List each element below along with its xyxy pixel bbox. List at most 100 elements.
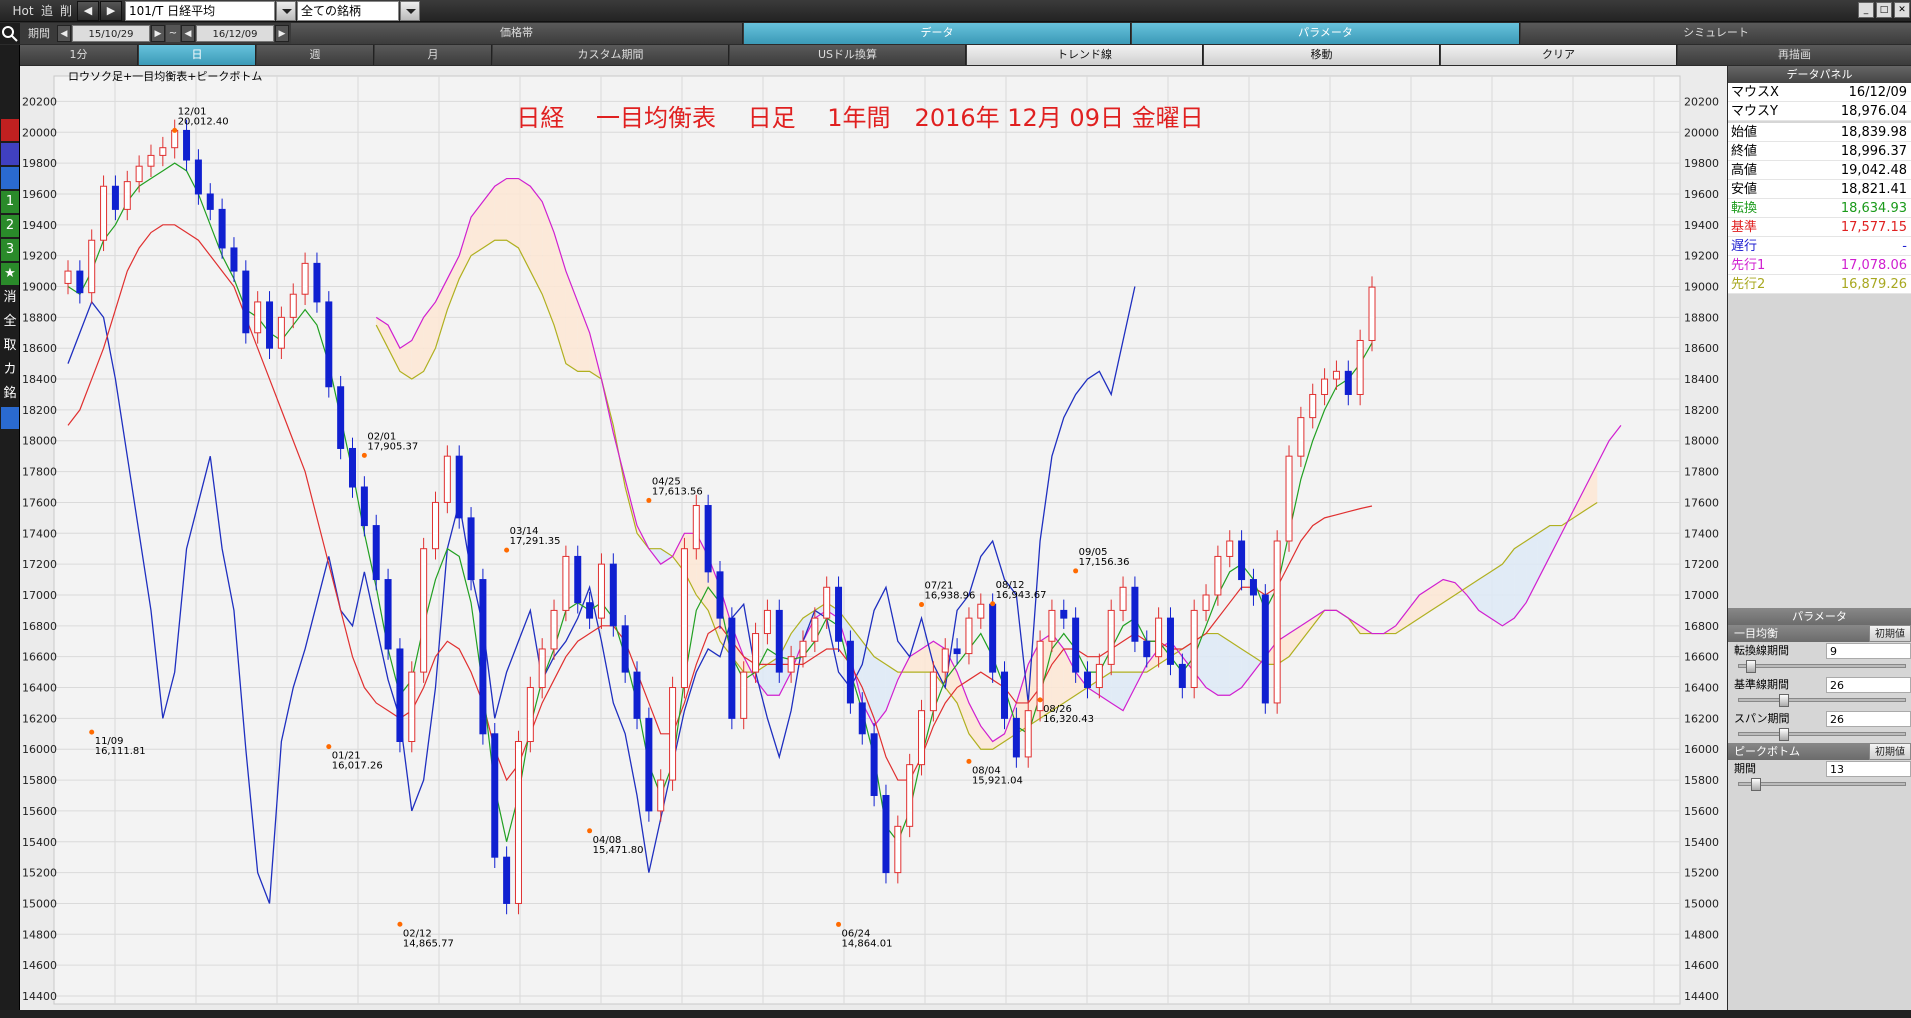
peak-period-slider-thumb[interactable] bbox=[1751, 778, 1761, 791]
tab-1min[interactable]: 1分 bbox=[20, 45, 138, 65]
y-tick-label-right: 15400 bbox=[1684, 836, 1719, 849]
candle-body bbox=[1309, 393, 1317, 419]
group-dropdown-icon[interactable] bbox=[400, 1, 420, 21]
tab-data[interactable]: データ bbox=[744, 23, 1131, 44]
tool-4-icon[interactable] bbox=[1, 119, 19, 141]
ichimoku-reset-button[interactable]: 初期値 bbox=[1869, 625, 1911, 642]
minimize-icon[interactable]: _ bbox=[1858, 2, 1874, 18]
tool-8-icon[interactable]: 2 bbox=[1, 215, 19, 237]
tool-12-icon[interactable]: 全 bbox=[1, 311, 19, 333]
tool-16-icon[interactable] bbox=[1, 407, 19, 429]
tool-13-icon[interactable]: 取 bbox=[1, 335, 19, 357]
tenkan-period-label: 転換線期間 bbox=[1734, 644, 1789, 657]
tab-daily[interactable]: 日 bbox=[139, 45, 256, 65]
y-tick-label-left: 15600 bbox=[22, 805, 57, 818]
params-title: パラメータ bbox=[1792, 610, 1847, 623]
group-select[interactable]: 全ての銘柄 bbox=[297, 1, 399, 21]
tab-custom-period[interactable]: カスタム期間 bbox=[493, 45, 729, 65]
end-date-field[interactable]: 16/12/09 bbox=[196, 25, 274, 42]
chart-area[interactable]: 14400 14400 14600 14600 14800 14800 15000 15000… bbox=[20, 66, 1727, 1018]
y-tick-label-right: 14600 bbox=[1684, 959, 1719, 972]
candle-body bbox=[965, 617, 973, 655]
span-slider-thumb[interactable] bbox=[1779, 728, 1789, 741]
tool-7-icon[interactable]: 1 bbox=[1, 191, 19, 213]
tool-2-icon[interactable] bbox=[1, 71, 19, 93]
close-icon[interactable]: ✕ bbox=[1894, 2, 1910, 18]
tab-price-band[interactable]: 価格帯 bbox=[291, 23, 743, 44]
next-symbol-button[interactable]: ▶ bbox=[100, 1, 122, 21]
y-tick-label-left: 18800 bbox=[22, 311, 57, 324]
candle-body bbox=[194, 159, 202, 195]
candle-body bbox=[1155, 617, 1163, 658]
span-period-input[interactable]: 26 bbox=[1826, 711, 1911, 727]
candle-body bbox=[111, 185, 119, 210]
peak-period-slider[interactable] bbox=[1738, 778, 1906, 791]
data-row-label: 転換 bbox=[1731, 201, 1758, 216]
y-tick-label-left: 15000 bbox=[22, 897, 57, 910]
start-date-next-icon[interactable]: ▶ bbox=[151, 25, 165, 42]
tool-1-icon[interactable] bbox=[1, 47, 19, 69]
peak-section: ピークボトム 初期値 bbox=[1728, 743, 1911, 760]
data-row-value: 18,839.98 bbox=[1840, 125, 1907, 140]
y-tick-label-left: 16200 bbox=[22, 712, 57, 725]
maximize-icon[interactable]: □ bbox=[1876, 2, 1892, 18]
candle-body bbox=[1332, 370, 1340, 380]
peak-marker bbox=[646, 497, 652, 503]
tenkan-period-input[interactable]: 9 bbox=[1826, 643, 1911, 659]
start-date-prev-icon[interactable]: ◀ bbox=[57, 25, 71, 42]
delete-button[interactable]: 削 bbox=[57, 1, 75, 21]
kijun-slider[interactable] bbox=[1738, 694, 1906, 707]
candle-body bbox=[1249, 579, 1257, 596]
tab-weekly[interactable]: 週 bbox=[257, 45, 374, 65]
add-button[interactable]: 追 bbox=[38, 1, 56, 21]
span-slider[interactable] bbox=[1738, 728, 1906, 741]
tool-11-icon[interactable]: 消 bbox=[1, 287, 19, 309]
kijun-period-input[interactable]: 26 bbox=[1826, 677, 1911, 693]
tab-simulate[interactable]: シミュレート bbox=[1521, 23, 1911, 44]
y-tick-label-right: 19200 bbox=[1684, 250, 1719, 263]
peak-period-input[interactable]: 13 bbox=[1826, 761, 1911, 777]
span-period-label: スパン期間 bbox=[1734, 712, 1790, 725]
candle-body bbox=[1202, 594, 1210, 611]
tool-10-icon[interactable]: ★ bbox=[1, 263, 19, 285]
tab-usd-convert[interactable]: USドル換算 bbox=[730, 45, 966, 65]
tool-15-icon[interactable]: 銘 bbox=[1, 383, 19, 405]
end-date-next-icon[interactable]: ▶ bbox=[275, 25, 289, 42]
y-tick-label-right: 17600 bbox=[1684, 496, 1719, 509]
tab-parameters[interactable]: パラメータ bbox=[1132, 23, 1520, 44]
tool-5-icon[interactable] bbox=[1, 143, 19, 165]
symbol-select[interactable]: 101/T 日経平均 bbox=[125, 1, 275, 21]
end-date-prev-icon[interactable]: ◀ bbox=[181, 25, 195, 42]
candle-body bbox=[692, 505, 700, 550]
tab-trendline[interactable]: トレンド線 bbox=[967, 45, 1203, 65]
prev-symbol-button[interactable]: ◀ bbox=[77, 1, 99, 21]
tenkan-slider[interactable] bbox=[1738, 660, 1906, 673]
tenkan-slider-thumb[interactable] bbox=[1746, 660, 1756, 673]
peak-reset-button[interactable]: 初期値 bbox=[1869, 743, 1911, 760]
search-icon[interactable] bbox=[0, 23, 20, 44]
candle-body bbox=[514, 741, 522, 904]
peak-value-label: 17,291.35 bbox=[510, 536, 561, 547]
candle-body bbox=[491, 733, 499, 858]
start-date-field[interactable]: 15/10/29 bbox=[72, 25, 150, 42]
candle-body bbox=[64, 270, 72, 284]
peak-marker bbox=[361, 452, 367, 458]
tab-redraw[interactable]: 再描画 bbox=[1678, 45, 1911, 65]
y-tick-label-left: 14400 bbox=[22, 990, 57, 1003]
peak-marker bbox=[504, 547, 510, 553]
hot-button[interactable]: Hot bbox=[12, 1, 34, 21]
candle-body bbox=[633, 671, 641, 719]
kijun-slider-thumb[interactable] bbox=[1779, 694, 1789, 707]
y-tick-label-left: 14600 bbox=[22, 959, 57, 972]
bottom-scroll-strip[interactable] bbox=[0, 1010, 1911, 1018]
tool-9-icon[interactable]: 3 bbox=[1, 239, 19, 261]
tool-14-icon[interactable]: カ bbox=[1, 359, 19, 381]
candle-body bbox=[1344, 370, 1352, 395]
tab-clear[interactable]: クリア bbox=[1441, 45, 1677, 65]
tool-3-icon[interactable] bbox=[1, 95, 19, 117]
tab-move[interactable]: 移動 bbox=[1204, 45, 1440, 65]
params-header: パラメータ bbox=[1728, 608, 1911, 625]
tool-6-icon[interactable] bbox=[1, 167, 19, 189]
tab-monthly[interactable]: 月 bbox=[375, 45, 492, 65]
symbol-dropdown-icon[interactable] bbox=[276, 1, 296, 21]
